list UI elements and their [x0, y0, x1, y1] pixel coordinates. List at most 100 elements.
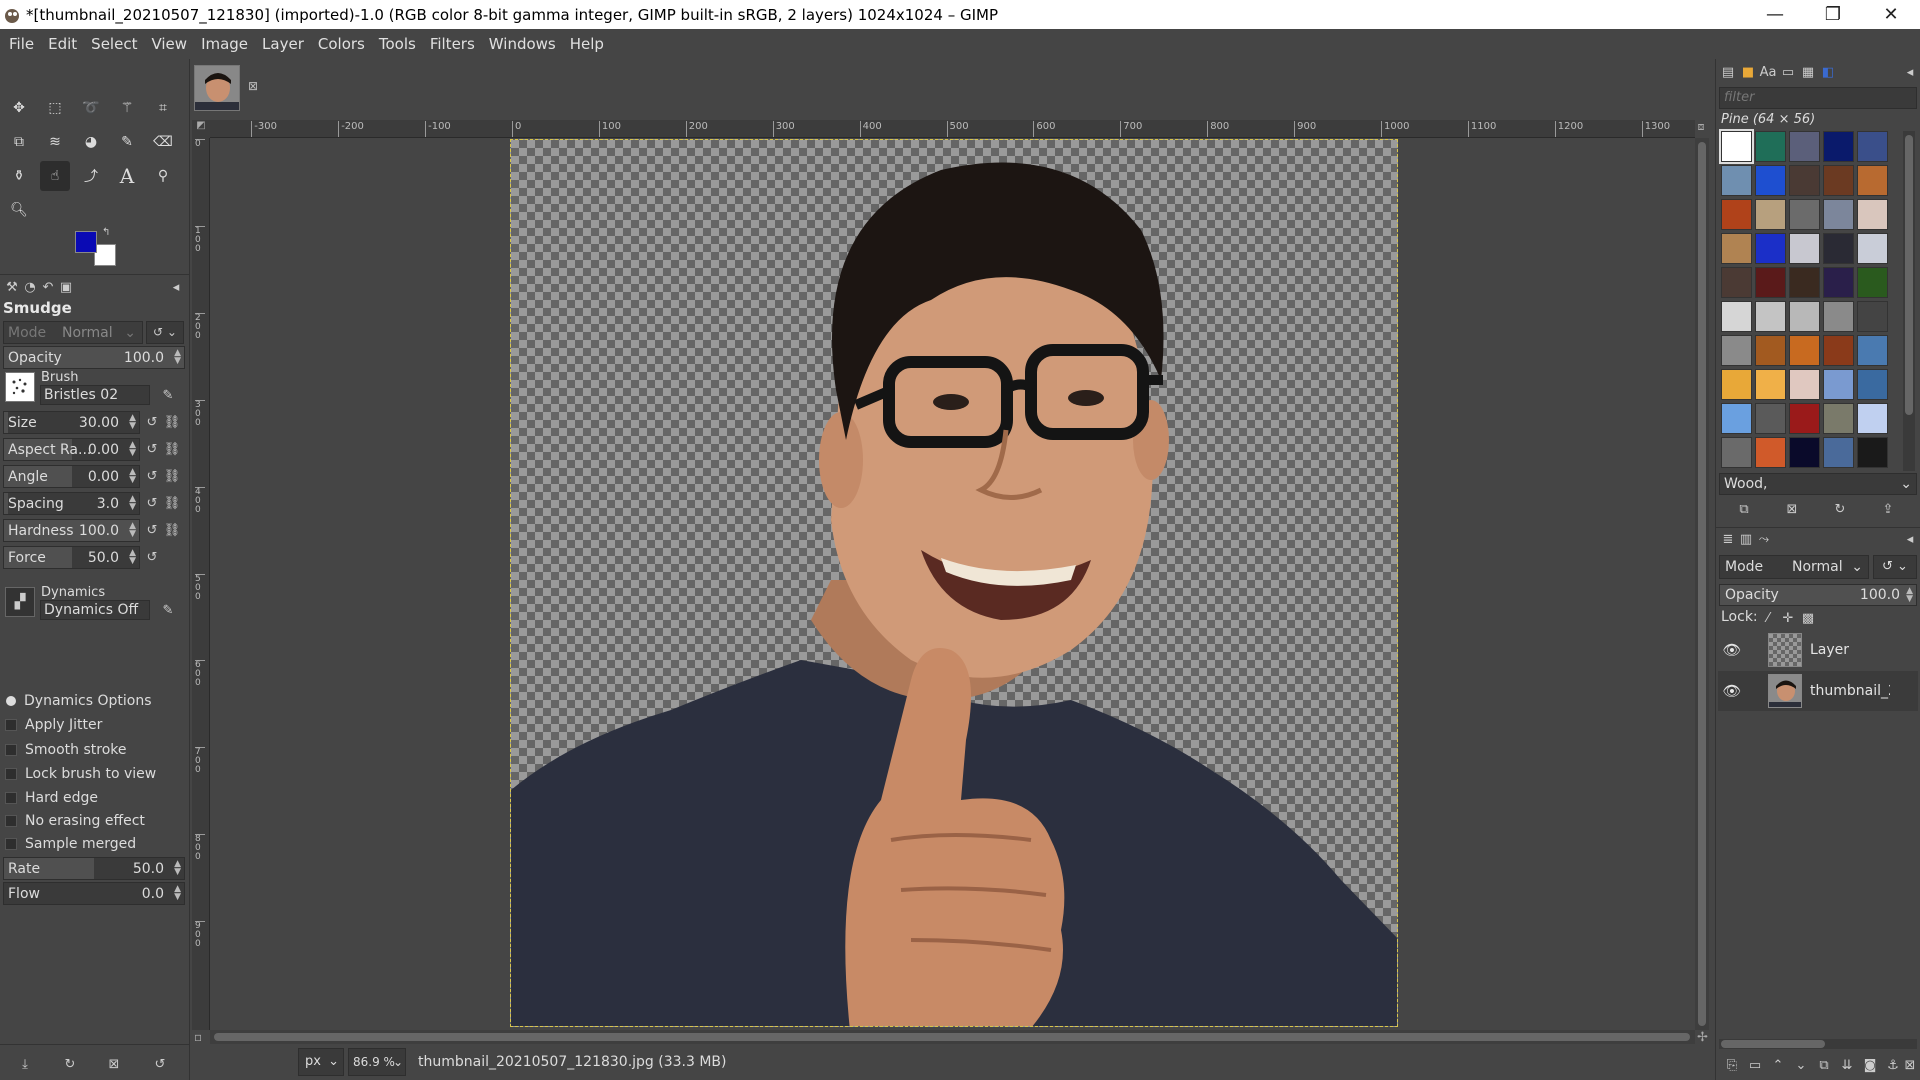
- device-status-tab-icon[interactable]: ◔: [20, 277, 40, 297]
- zoom-tool-icon[interactable]: 🔍︎: [4, 195, 34, 225]
- layers-scroll-thumb[interactable]: [1721, 1040, 1825, 1048]
- transform-tool-icon[interactable]: ⧉: [4, 127, 34, 157]
- panel-menu-icon[interactable]: ◂: [1900, 529, 1920, 549]
- lock-alpha-icon[interactable]: ▩: [1798, 608, 1818, 628]
- pattern-swatch[interactable]: [1857, 301, 1888, 332]
- lock-pixels-icon[interactable]: ⁄: [1758, 608, 1778, 628]
- pattern-swatch[interactable]: [1721, 199, 1752, 230]
- pattern-swatch[interactable]: [1823, 437, 1854, 468]
- patterns-tab-icon[interactable]: ■: [1738, 62, 1758, 82]
- zoom-image-when-window-resized-icon[interactable]: ⧈: [1693, 120, 1709, 138]
- text-tool-icon[interactable]: A: [112, 161, 142, 191]
- menu-help[interactable]: Help: [563, 29, 611, 59]
- brush-name-field[interactable]: Bristles 02: [40, 385, 150, 405]
- pattern-swatch[interactable]: [1721, 165, 1752, 196]
- reset-icon[interactable]: ↺: [142, 493, 162, 513]
- pattern-swatch[interactable]: [1857, 233, 1888, 264]
- link-icon[interactable]: ⛓: [162, 412, 182, 432]
- link-icon[interactable]: ⛓: [162, 493, 182, 513]
- apply-jitter-checkbox[interactable]: Apply Jitter: [5, 717, 102, 733]
- pattern-swatch[interactable]: [1857, 403, 1888, 434]
- quick-mask-corner[interactable]: ◩: [192, 120, 210, 138]
- eye-visibility-icon[interactable]: 👁︎: [1718, 641, 1746, 659]
- hardness-slider[interactable]: Hardness 100.0 ▲ ▼: [3, 519, 140, 542]
- panel-menu-icon[interactable]: ◂: [1900, 62, 1920, 82]
- sample-merged-checkbox[interactable]: Sample merged: [5, 836, 136, 852]
- pattern-swatch[interactable]: [1857, 131, 1888, 162]
- unit-dropdown[interactable]: px ⌄: [298, 1048, 344, 1076]
- reset-icon[interactable]: ↺: [142, 520, 162, 540]
- pattern-swatch[interactable]: [1721, 267, 1752, 298]
- vertical-scrollbar[interactable]: [1695, 138, 1709, 1030]
- vertical-scroll-thumb[interactable]: [1698, 142, 1706, 1026]
- no-erasing-effect-checkbox[interactable]: No erasing effect: [5, 813, 145, 829]
- pattern-swatch[interactable]: [1755, 233, 1786, 264]
- reset-icon[interactable]: ↺: [142, 466, 162, 486]
- pattern-swatch[interactable]: [1755, 369, 1786, 400]
- channels-tab-icon[interactable]: ▥: [1736, 529, 1756, 549]
- menu-image[interactable]: Image: [194, 29, 255, 59]
- pattern-scrollbar[interactable]: [1903, 131, 1915, 471]
- pattern-swatch[interactable]: [1789, 233, 1820, 264]
- menu-file[interactable]: File: [2, 29, 41, 59]
- new-layer-icon[interactable]: ⎘: [1722, 1055, 1742, 1075]
- templates-tab-icon[interactable]: ▦: [1798, 62, 1818, 82]
- open-pattern-icon[interactable]: ⇪: [1878, 499, 1898, 519]
- reset-mode-button[interactable]: ↺ ⌄: [146, 321, 184, 344]
- close-button[interactable]: ✕: [1862, 0, 1920, 29]
- menu-colors[interactable]: Colors: [311, 29, 372, 59]
- navigate-icon[interactable]: ✢: [1697, 1030, 1708, 1045]
- menu-filters[interactable]: Filters: [423, 29, 482, 59]
- pattern-swatch[interactable]: [1721, 233, 1752, 264]
- pattern-swatch[interactable]: [1823, 369, 1854, 400]
- reset-icon[interactable]: ↺: [142, 547, 162, 567]
- pattern-swatch[interactable]: [1823, 165, 1854, 196]
- lock-brush-to-view-checkbox[interactable]: Lock brush to view: [5, 766, 156, 782]
- pattern-swatch[interactable]: [1823, 131, 1854, 162]
- pattern-swatch[interactable]: [1823, 403, 1854, 434]
- paths-tool-icon[interactable]: ⤴: [76, 161, 106, 191]
- pattern-swatch[interactable]: [1857, 437, 1888, 468]
- pattern-swatch[interactable]: [1789, 199, 1820, 230]
- dynamics-icon[interactable]: ▞: [5, 587, 35, 617]
- smudge-tool-icon[interactable]: ☝: [40, 161, 70, 191]
- lock-position-icon[interactable]: ✛: [1778, 608, 1798, 628]
- pattern-swatch[interactable]: [1857, 165, 1888, 196]
- reset-icon[interactable]: ↺: [142, 439, 162, 459]
- swap-colors-icon[interactable]: ↰: [102, 227, 110, 238]
- delete-layer-icon[interactable]: ⊠: [1900, 1055, 1920, 1075]
- opacity-slider[interactable]: Opacity 100.0 ▲ ▼: [3, 346, 185, 369]
- document-history-tab-icon[interactable]: ▭: [1778, 62, 1798, 82]
- smooth-stroke-checkbox[interactable]: Smooth stroke: [5, 742, 127, 758]
- flow-slider[interactable]: Flow 0.0 ▲ ▼: [3, 882, 185, 905]
- rate-slider[interactable]: Rate 50.0 ▲ ▼: [3, 857, 185, 880]
- eraser-tool-icon[interactable]: ⌫: [148, 127, 178, 157]
- layer-row[interactable]: 👁︎ thumbnail_2(: [1718, 671, 1918, 711]
- move-tool-icon[interactable]: ✥: [4, 93, 34, 123]
- link-icon[interactable]: ⛓: [162, 466, 182, 486]
- new-layer-group-icon[interactable]: ▭: [1745, 1055, 1765, 1075]
- color-picker-tool-icon[interactable]: ⚲: [148, 161, 178, 191]
- pattern-swatch[interactable]: [1755, 131, 1786, 162]
- warp-tool-icon[interactable]: ≋: [40, 127, 70, 157]
- mode-dropdown[interactable]: Mode Normal ⌄: [3, 321, 143, 344]
- duplicate-pattern-icon[interactable]: ⧉: [1734, 499, 1754, 519]
- menu-layer[interactable]: Layer: [255, 29, 311, 59]
- close-tab-icon[interactable]: ⊠: [248, 79, 258, 93]
- pattern-swatch[interactable]: [1789, 335, 1820, 366]
- pattern-swatch[interactable]: [1721, 301, 1752, 332]
- delete-pattern-icon[interactable]: ⊠: [1782, 499, 1802, 519]
- fonts-tab-icon[interactable]: Aa: [1758, 62, 1778, 82]
- lasso-tool-icon[interactable]: ➰: [76, 93, 106, 123]
- pattern-swatch[interactable]: [1755, 403, 1786, 434]
- pattern-tag-field[interactable]: Wood, ⌄: [1719, 473, 1917, 495]
- rect-select-tool-icon[interactable]: ⬚: [40, 93, 70, 123]
- pattern-swatch[interactable]: [1789, 165, 1820, 196]
- link-icon[interactable]: ⛓: [162, 439, 182, 459]
- layer-mask-icon[interactable]: ◙: [1860, 1055, 1880, 1075]
- pattern-swatch[interactable]: [1721, 403, 1752, 434]
- image-canvas[interactable]: [510, 139, 1398, 1027]
- pattern-swatch[interactable]: [1721, 437, 1752, 468]
- pattern-swatch[interactable]: [1857, 335, 1888, 366]
- image-tab-thumbnail[interactable]: [194, 65, 240, 111]
